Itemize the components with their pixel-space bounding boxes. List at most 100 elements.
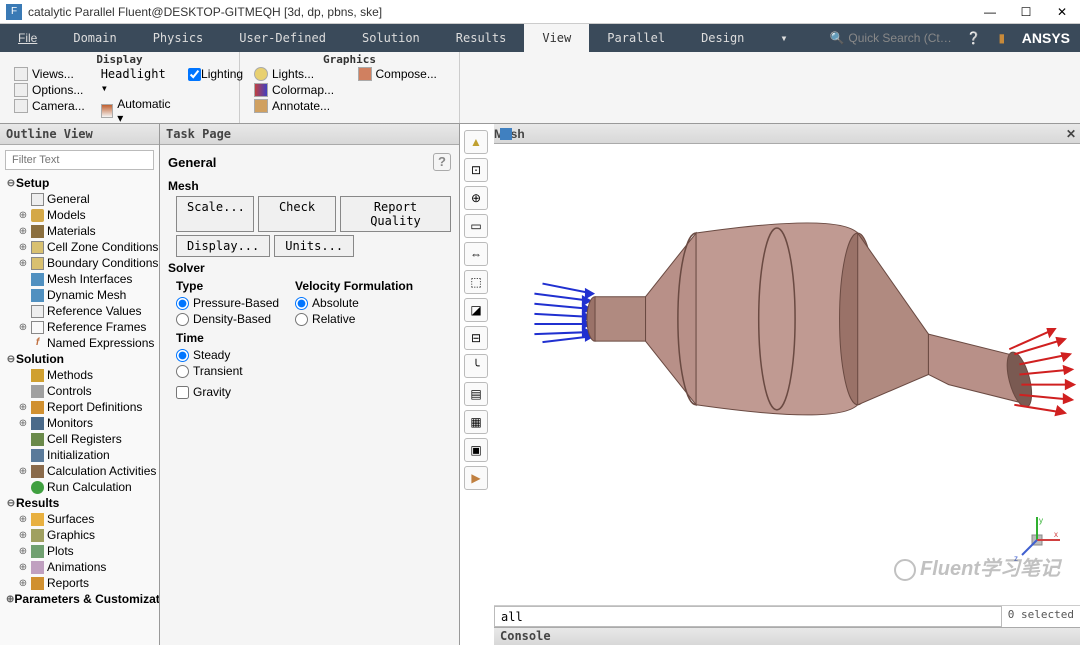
menu-view[interactable]: View [524, 24, 589, 52]
vel-relative[interactable]: Relative [295, 311, 413, 327]
fit-tool[interactable]: ⇔ [464, 242, 488, 266]
views-button[interactable]: Views... [10, 66, 89, 82]
tree-plots[interactable]: ⊕Plots [0, 543, 159, 559]
check-button[interactable]: Check [258, 196, 336, 232]
tool-8[interactable]: ⊟ [464, 326, 488, 350]
tree-methods[interactable]: Methods [0, 367, 159, 383]
select-tool[interactable]: ▲ [464, 130, 488, 154]
lighting-checkbox[interactable]: Lighting [184, 66, 247, 82]
tree-refval[interactable]: Reference Values [0, 303, 159, 319]
tree-refframes[interactable]: ⊕Reference Frames [0, 319, 159, 335]
colormap-button[interactable]: Colormap... [250, 82, 346, 98]
vel-absolute[interactable]: Absolute [295, 295, 413, 311]
tree-controls[interactable]: Controls [0, 383, 159, 399]
menu-solution[interactable]: Solution [344, 24, 438, 52]
scale-button[interactable]: Scale... [176, 196, 254, 232]
menu-file[interactable]: File [0, 24, 55, 52]
options-button[interactable]: Options... [10, 82, 89, 98]
tool-13[interactable]: ▶ [464, 466, 488, 490]
tree-cellreg[interactable]: Cell Registers [0, 431, 159, 447]
tree-runcalc[interactable]: Run Calculation [0, 479, 159, 495]
tree-reportdef[interactable]: ⊕Report Definitions [0, 399, 159, 415]
maximize-button[interactable]: ☐ [1008, 0, 1044, 24]
console-header[interactable]: Console [494, 627, 1080, 645]
menu-userdefined[interactable]: User-Defined [221, 24, 344, 52]
axes-tool[interactable]: ╰ [464, 354, 488, 378]
pencil-icon [254, 99, 268, 113]
units-button[interactable]: Units... [274, 235, 354, 257]
tree-general[interactable]: General [0, 191, 159, 207]
tree-init[interactable]: Initialization [0, 447, 159, 463]
tree-cellzone[interactable]: ⊕Cell Zone Conditions [0, 239, 159, 255]
menu-dropdown-icon[interactable]: ▾ [762, 24, 805, 52]
tree-params[interactable]: ⊕Parameters & Customizat [0, 591, 159, 607]
box-tool[interactable]: ▭ [464, 214, 488, 238]
cube-tool[interactable]: ⬚ [464, 270, 488, 294]
menu-parallel[interactable]: Parallel [589, 24, 683, 52]
mesh-label: Mesh [168, 179, 451, 193]
viewport-toolbar: ▲ ⊡ ⊕ ▭ ⇔ ⬚ ◪ ⊟ ╰ ▤ ▦ ▣ ▶ [464, 130, 488, 490]
lighting-check[interactable] [188, 68, 201, 81]
viewport-canvas[interactable]: y x z Fluent学习笔记 [494, 144, 1080, 605]
gravity-checkbox[interactable]: Gravity [176, 385, 451, 399]
tree-meshif[interactable]: Mesh Interfaces [0, 271, 159, 287]
tree-solution[interactable]: ⊖Solution [0, 351, 159, 367]
tree-results[interactable]: ⊖Results [0, 495, 159, 511]
tool-10[interactable]: ▤ [464, 382, 488, 406]
zoom-tool[interactable]: ⊕ [464, 186, 488, 210]
tree-namedex[interactable]: fNamed Expressions [0, 335, 159, 351]
annotate-button[interactable]: Annotate... [250, 98, 346, 114]
tree-boundary[interactable]: ⊕Boundary Conditions [0, 255, 159, 271]
time-steady[interactable]: Steady [176, 347, 243, 363]
tool-2[interactable]: ⊡ [464, 158, 488, 182]
close-button[interactable]: ✕ [1044, 0, 1080, 24]
filter-input[interactable] [5, 150, 154, 170]
tree-graphics[interactable]: ⊕Graphics [0, 527, 159, 543]
viewport-close[interactable]: ✕ [1062, 127, 1080, 141]
tree-monitors[interactable]: ⊕Monitors [0, 415, 159, 431]
boundary-icon [31, 257, 44, 270]
solver-label: Solver [168, 261, 451, 275]
quick-search[interactable]: 🔍 Quick Search (Ct… [821, 31, 959, 45]
tool-11[interactable]: ▦ [464, 410, 488, 434]
automatic-dropdown[interactable]: Automatic ▾ [97, 96, 176, 126]
tree-dynmesh[interactable]: Dynamic Mesh [0, 287, 159, 303]
tree-reports[interactable]: ⊕Reports [0, 575, 159, 591]
help-icon[interactable]: ❔ [962, 26, 986, 50]
lights-button[interactable]: Lights... [250, 66, 346, 82]
type-pressure[interactable]: Pressure-Based [176, 295, 279, 311]
help-button[interactable]: ? [433, 153, 451, 171]
tree-surfaces[interactable]: ⊕Surfaces [0, 511, 159, 527]
task-title-row: General ? [168, 153, 451, 171]
minimize-button[interactable]: — [972, 0, 1008, 24]
tool-12[interactable]: ▣ [464, 438, 488, 462]
tree-animations[interactable]: ⊕Animations [0, 559, 159, 575]
command-input[interactable] [494, 606, 1002, 627]
tree-setup[interactable]: ⊖Setup [0, 175, 159, 191]
iso-tool[interactable]: ◪ [464, 298, 488, 322]
window-controls: — ☐ ✕ [972, 0, 1080, 24]
main-area: Outline View ⊖Setup General ⊕Models ⊕Mat… [0, 124, 1080, 645]
init-icon [31, 449, 44, 462]
menu-domain[interactable]: Domain [55, 24, 134, 52]
tree-models[interactable]: ⊕Models [0, 207, 159, 223]
type-density[interactable]: Density-Based [176, 311, 279, 327]
camera-button[interactable]: Camera... [10, 98, 89, 114]
report-quality-button[interactable]: Report Quality [340, 196, 451, 232]
menu-physics[interactable]: Physics [135, 24, 222, 52]
menu-design[interactable]: Design [683, 24, 762, 52]
compose-button[interactable]: Compose... [354, 66, 450, 82]
ribbon-group-graphics: Graphics Lights... Colormap... Annotate.… [240, 52, 460, 123]
menu-results[interactable]: Results [438, 24, 525, 52]
calcact-icon [31, 465, 44, 478]
tree-materials[interactable]: ⊕Materials [0, 223, 159, 239]
headlight-dropdown[interactable]: Headlight ▾ [97, 66, 176, 96]
general-icon [31, 193, 44, 206]
svg-text:y: y [1039, 516, 1043, 525]
graph-icon [31, 529, 44, 542]
resource-icon[interactable]: ▮ [990, 26, 1014, 50]
display-button[interactable]: Display... [176, 235, 270, 257]
time-transient[interactable]: Transient [176, 363, 243, 379]
tree-calcact[interactable]: ⊕Calculation Activities [0, 463, 159, 479]
velocity-group: Velocity Formulation Absolute Relative [295, 279, 413, 327]
